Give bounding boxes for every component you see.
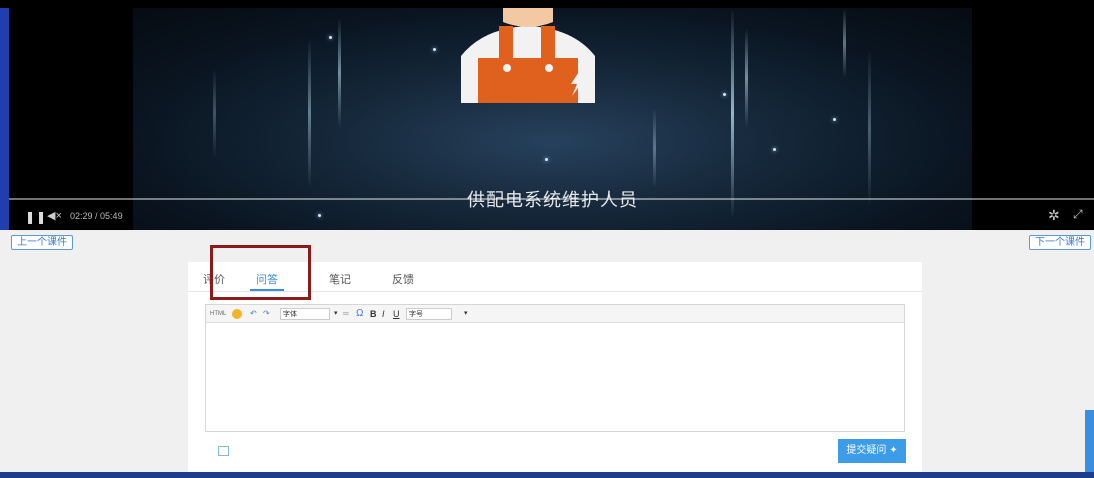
gear-icon[interactable]: ✲ (1048, 207, 1060, 224)
bold-button[interactable]: B (370, 308, 377, 320)
emoji-icon[interactable] (232, 309, 242, 319)
tab-notes[interactable]: 笔记 (329, 271, 351, 287)
current-time: 02:29 (70, 211, 93, 221)
window-edge (0, 8, 9, 230)
editor-toolbar: HTML ↶ ↷ 字体 ▾ ═ Ω B I U 字号 ▾ (206, 305, 904, 323)
italic-button[interactable]: I (382, 308, 385, 320)
rich-text-editor: HTML ↶ ↷ 字体 ▾ ═ Ω B I U 字号 ▾ (205, 304, 905, 432)
highlight-box (210, 245, 311, 300)
video-player[interactable]: 供配电系统维护人员 ❚❚ ◀× 02:29 / 05:49 ✲ ⤢ (0, 0, 1094, 230)
prev-courseware-button[interactable]: 上一个课件 (11, 235, 73, 250)
mascot-strap-left (499, 26, 513, 62)
font-family-select[interactable]: 字体 (280, 308, 330, 320)
attachment-icon[interactable] (218, 446, 229, 456)
submit-label: 提交疑问 (846, 445, 887, 456)
time-display: 02:29 / 05:49 (70, 211, 123, 221)
progress-bar[interactable] (9, 198, 1094, 200)
question-textarea[interactable] (206, 323, 904, 431)
volume-icon[interactable]: ◀× (47, 209, 62, 222)
chevron-down-icon[interactable]: ▾ (334, 308, 338, 320)
video-controls: ❚❚ ◀× 02:29 / 05:49 ✲ ⤢ (0, 198, 1094, 230)
mascot-strap-right (541, 26, 555, 62)
mascot-neck (503, 8, 553, 27)
taskbar (0, 472, 1094, 478)
video-frame[interactable]: 供配电系统维护人员 (133, 8, 972, 230)
tab-feedback[interactable]: 反馈 (392, 271, 414, 287)
horizontal-rule-icon[interactable]: ═ (343, 308, 349, 320)
fullscreen-icon[interactable]: ⤢ (1073, 207, 1083, 222)
duration: 05:49 (100, 211, 123, 221)
pin-icon: ✦ (889, 445, 898, 456)
html-source-button[interactable]: HTML (210, 308, 226, 320)
pause-icon[interactable]: ❚❚ (25, 210, 47, 224)
underline-button[interactable]: U (393, 308, 400, 320)
mascot-overalls (478, 58, 578, 103)
font-size-select[interactable]: 字号 (406, 308, 452, 320)
chevron-down-icon[interactable]: ▾ (464, 308, 468, 320)
special-char-icon[interactable]: Ω (356, 308, 363, 320)
time-separator: / (92, 211, 101, 221)
undo-icon[interactable]: ↶ (250, 308, 257, 320)
submit-question-button[interactable]: 提交疑问 ✦ (838, 439, 906, 463)
side-widget[interactable] (1085, 410, 1094, 472)
redo-icon[interactable]: ↷ (263, 308, 270, 320)
next-courseware-button[interactable]: 下一个课件 (1029, 235, 1091, 250)
